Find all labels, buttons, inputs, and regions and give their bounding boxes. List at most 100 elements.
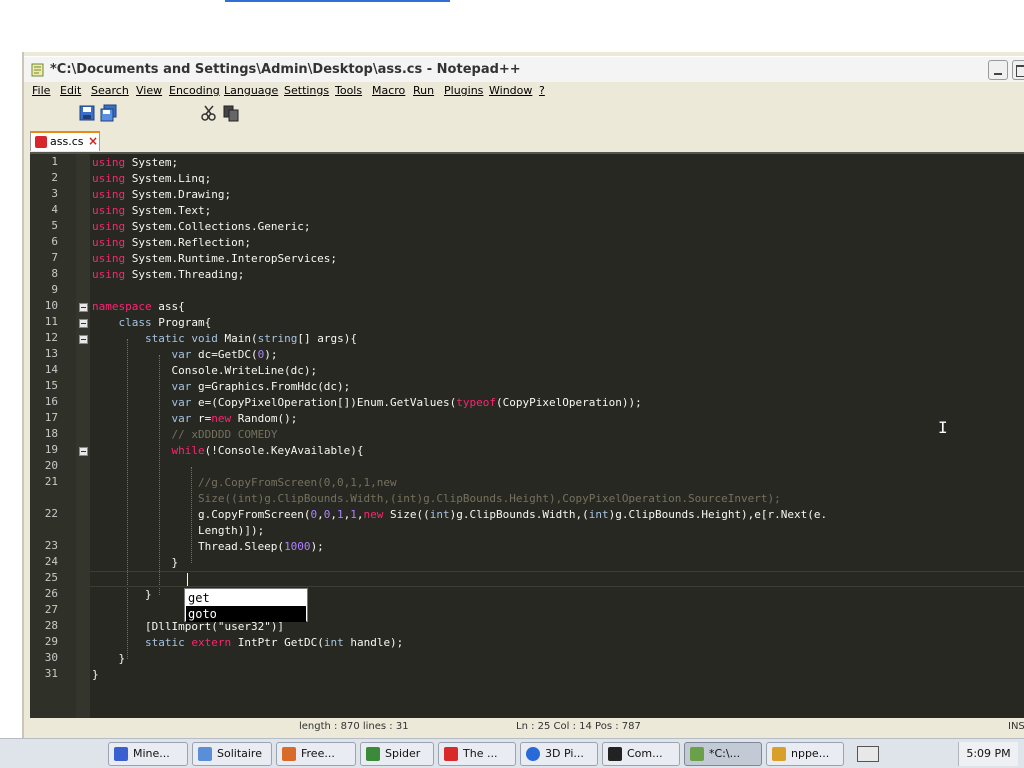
line-number: 31: [44, 667, 58, 680]
code-line: Console.WriteLine(dc);: [92, 364, 318, 377]
taskbar-button-notepad-plus-plus[interactable]: *C:\...: [684, 742, 762, 766]
taskbar-button-minesweeper[interactable]: Mine...: [108, 742, 188, 766]
save-icon[interactable]: [78, 104, 96, 122]
code-line: static void Main(string[] args){: [144, 332, 357, 345]
save-all-icon[interactable]: [100, 104, 118, 122]
code-line: //g.CopyFromScreen(0,0,1,1,new: [197, 476, 397, 489]
taskbar-label: Spider: [385, 747, 421, 760]
taskbar-button-solitaire[interactable]: Solitaire: [192, 742, 272, 766]
taskbar-label: nppe...: [791, 747, 830, 760]
fold-toggle-icon[interactable]: [79, 319, 88, 328]
code-line: using System.Drawing;: [92, 188, 232, 201]
line-number: 3: [51, 187, 58, 200]
taskbar-clock[interactable]: 5:09 PM: [958, 742, 1018, 766]
desktop-top-area: [0, 0, 1024, 52]
menu-window[interactable]: Window: [489, 84, 532, 97]
menu-settings[interactable]: Settings: [284, 84, 329, 97]
line-number: 16: [44, 395, 58, 408]
code-line: }: [92, 668, 99, 681]
line-number: 4: [51, 203, 58, 216]
menu-edit[interactable]: Edit: [60, 84, 81, 97]
current-line-highlight: [90, 571, 1024, 587]
taskbar-button-3d-pinball[interactable]: 3D Pi...: [520, 742, 598, 766]
autocomplete-item-selected[interactable]: goto: [186, 606, 306, 622]
code-line: var dc=GetDC(0);: [171, 348, 278, 361]
menu-plugins[interactable]: Plugins: [444, 84, 483, 97]
code-line: Thread.Sleep(1000);: [92, 540, 324, 553]
line-number: 13: [44, 347, 58, 360]
menu-file[interactable]: File: [32, 84, 50, 97]
fold-toggle-icon[interactable]: [79, 303, 88, 312]
menu-search[interactable]: Search: [91, 84, 129, 97]
menu-tools[interactable]: Tools: [335, 84, 362, 97]
spider-icon: [366, 747, 380, 761]
pinball-icon: [526, 747, 540, 761]
code-editor[interactable]: 1 2 3 4 5 6 7 8 9 10 11 12 13 14 15 16 1…: [30, 152, 1024, 718]
toolbar: [24, 101, 1024, 126]
status-length: length : 870 lines : 31: [299, 721, 409, 732]
notepad-plus-plus-window: *C:\Documents and Settings\Admin\Desktop…: [22, 52, 1024, 738]
code-line: var g=Graphics.FromHdc(dc);: [171, 380, 351, 393]
code-line: namespace ass{: [92, 300, 185, 313]
code-line: g.CopyFromScreen(0,0,1,1,new Size((int)g…: [92, 508, 828, 521]
line-number: 25: [44, 571, 58, 584]
mouse-ibeam-cursor: I: [938, 418, 948, 437]
heart-icon: [444, 747, 458, 761]
line-number: 28: [44, 619, 58, 632]
line-number: 26: [44, 587, 58, 600]
menu-language[interactable]: Language: [224, 84, 278, 97]
tab-label: ass.cs: [50, 135, 84, 148]
code-line: var e=(CopyPixelOperation[])Enum.GetValu…: [171, 396, 642, 409]
line-number: 9: [51, 283, 58, 296]
taskbar-button-hearts[interactable]: The ...: [438, 742, 516, 766]
taskbar-button-freecell[interactable]: Free...: [276, 742, 356, 766]
line-number: 5: [51, 219, 58, 232]
line-number: 29: [44, 635, 58, 648]
window-title: *C:\Documents and Settings\Admin\Desktop…: [50, 62, 521, 77]
minesweeper-icon: [114, 747, 128, 761]
code-line: using System.Runtime.InteropServices;: [92, 252, 338, 265]
code-line: using System.Text;: [92, 204, 212, 217]
status-bar: length : 870 lines : 31 Ln : 25 Col : 14…: [24, 718, 1024, 738]
menu-run[interactable]: Run: [413, 84, 434, 97]
taskbar-button-spider[interactable]: Spider: [360, 742, 434, 766]
nppexec-icon: [772, 747, 786, 761]
title-bar[interactable]: *C:\Documents and Settings\Admin\Desktop…: [24, 56, 1024, 82]
solitaire-icon: [198, 747, 212, 761]
fold-toggle-icon[interactable]: [79, 335, 88, 344]
menu-macro[interactable]: Macro: [372, 84, 405, 97]
line-number: 23: [44, 539, 58, 552]
code-line: // xDDDDD COMEDY: [171, 428, 278, 441]
taskbar-label: *C:\...: [709, 747, 741, 760]
line-number: 19: [44, 443, 58, 456]
code-line: Length)]);: [92, 524, 265, 537]
minimize-button[interactable]: [988, 60, 1008, 80]
code-line: using System.Linq;: [92, 172, 212, 185]
tab-ass-cs[interactable]: ass.cs ×: [30, 131, 100, 151]
line-number: 8: [51, 267, 58, 280]
line-number: 2: [51, 171, 58, 184]
taskbar-button-command-prompt[interactable]: Com...: [602, 742, 680, 766]
menu-help[interactable]: ?: [539, 84, 545, 97]
fold-toggle-icon[interactable]: [79, 447, 88, 456]
freecell-icon: [282, 747, 296, 761]
maximize-button[interactable]: [1012, 60, 1024, 80]
keyboard-icon[interactable]: [857, 746, 879, 762]
line-number: 7: [51, 251, 58, 264]
taskbar-label: Mine...: [133, 747, 170, 760]
autocomplete-item[interactable]: get: [186, 590, 306, 606]
copy-icon[interactable]: [222, 104, 240, 122]
cut-icon[interactable]: [200, 104, 218, 122]
line-number: 15: [44, 379, 58, 392]
code-line: using System.Collections.Generic;: [92, 220, 311, 233]
code-line: using System;: [92, 156, 179, 169]
menu-encoding[interactable]: Encoding: [169, 84, 220, 97]
menu-view[interactable]: View: [136, 84, 162, 97]
code-line: }: [92, 652, 126, 665]
line-number: 1: [51, 155, 58, 168]
taskbar-button-nppexec[interactable]: nppe...: [766, 742, 844, 766]
code-line: while(!Console.KeyAvailable){: [171, 444, 364, 457]
tab-close-icon[interactable]: ×: [88, 134, 98, 148]
taskbar-label: 3D Pi...: [545, 747, 584, 760]
autocomplete-popup[interactable]: get goto: [184, 588, 308, 622]
